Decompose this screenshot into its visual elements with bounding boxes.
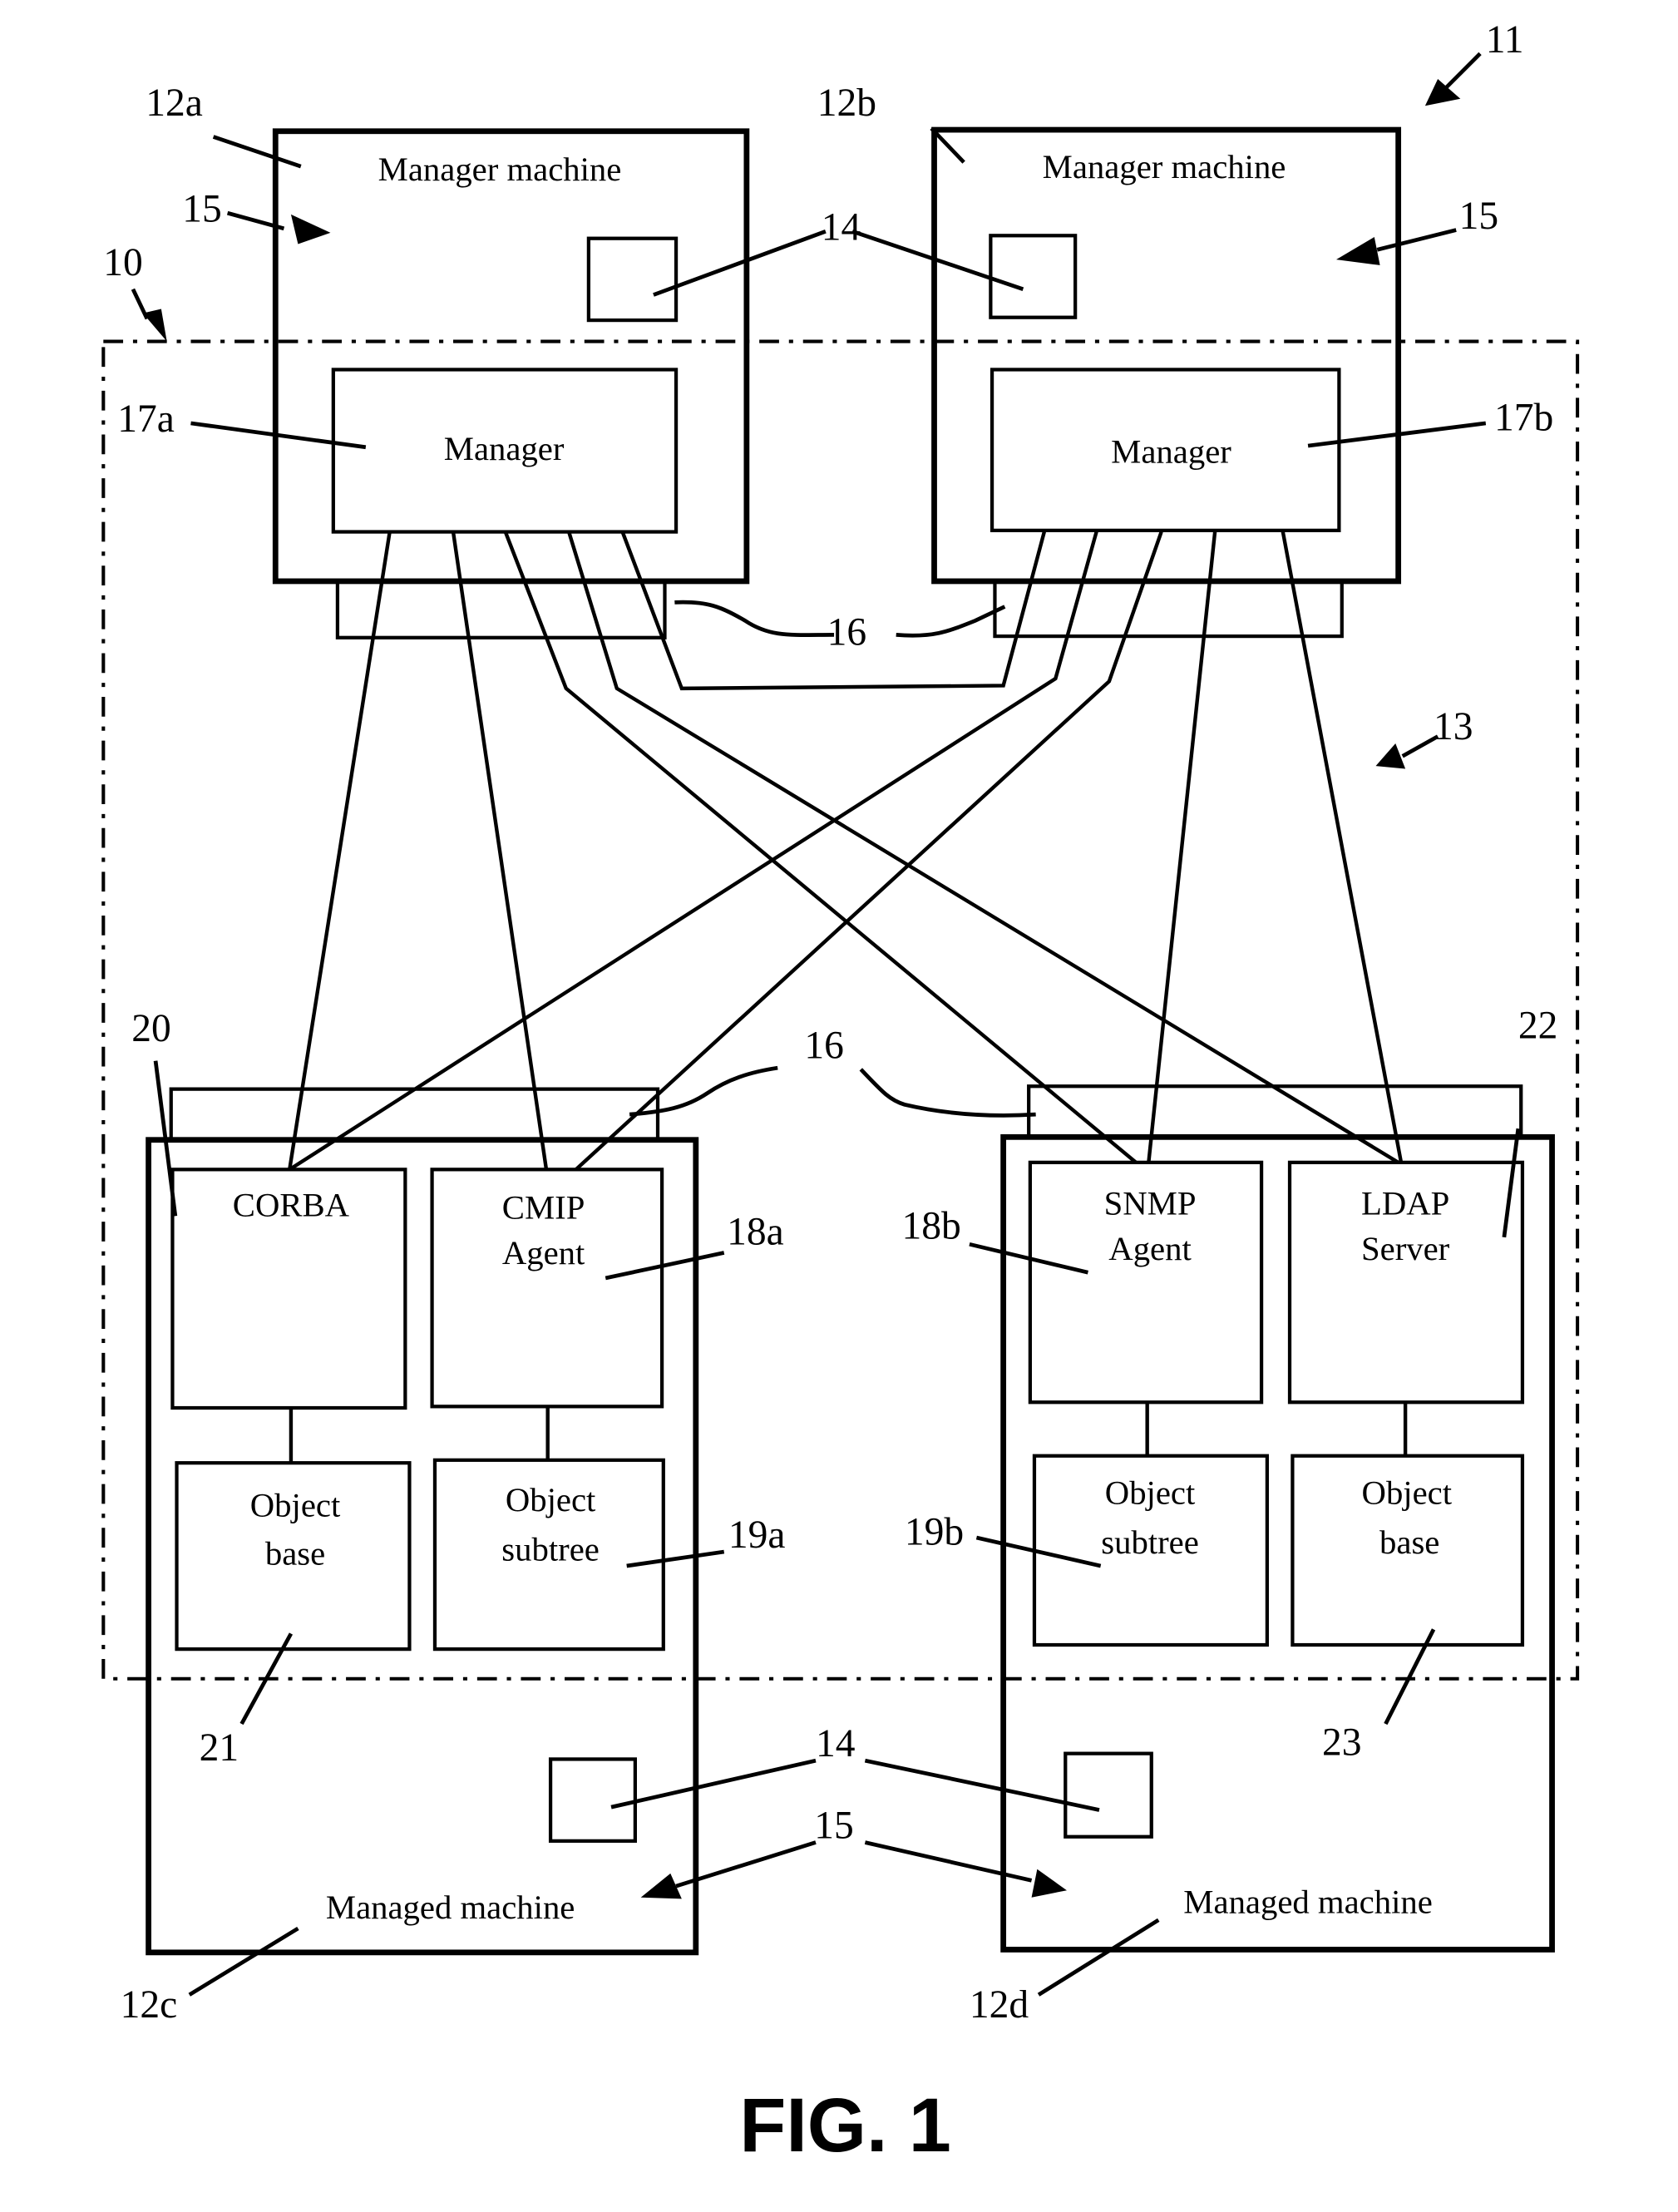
ref-18a: 18a xyxy=(727,1210,784,1253)
managed-machine-12d-title: Managed machine xyxy=(1183,1883,1433,1920)
processor-square-12b xyxy=(989,234,1078,319)
leader-14-bottom-left xyxy=(610,1758,817,1810)
leader-14-top xyxy=(653,229,827,297)
processor-square-12c xyxy=(548,1757,637,1843)
ref-16-top: 16 xyxy=(827,610,866,654)
arrowhead-15-12b xyxy=(1335,237,1380,265)
ref-20: 20 xyxy=(131,1007,171,1050)
object-base-21-line1: Object xyxy=(250,1487,341,1524)
ref-18b: 18b xyxy=(901,1204,960,1247)
leader-16-bottom-left xyxy=(629,1065,778,1117)
reference-numerals: 11 12a 12b 15 15 14 10 17a 17b 16 13 20 … xyxy=(103,18,1557,2027)
link-17b-to-corba xyxy=(289,531,1098,1172)
ref-22: 22 xyxy=(1518,1005,1558,1048)
leader-16-bottom-right xyxy=(859,1068,1036,1118)
link-17a-to-ldap xyxy=(567,531,1399,1164)
leader-18a xyxy=(605,1251,725,1281)
manager-17a-label: Manager xyxy=(444,430,565,467)
leader-12c xyxy=(188,1926,299,1997)
snmp-agent-label-line2: Agent xyxy=(1108,1230,1192,1267)
object-subtree-19b-line1: Object xyxy=(1105,1474,1196,1511)
leader-19b xyxy=(975,1535,1102,1568)
leader-12d xyxy=(1037,1918,1160,1997)
object-subtree-19a-line1: Object xyxy=(506,1481,596,1518)
figure-caption: FIG. 1 xyxy=(739,2083,950,2168)
leader-22 xyxy=(1502,1128,1521,1238)
object-base-21-line2: base xyxy=(265,1534,325,1572)
leader-21 xyxy=(239,1632,294,1726)
manager-machine-12b-title: Manager machine xyxy=(1043,148,1286,185)
leader-13 xyxy=(1401,734,1439,758)
ref-19b: 19b xyxy=(905,1511,964,1554)
link-17a-to-corba xyxy=(288,531,392,1170)
ref-15-12a: 15 xyxy=(182,187,222,230)
ref-13: 13 xyxy=(1434,705,1473,748)
leader-16-right xyxy=(896,605,1006,638)
ref-14-top: 14 xyxy=(822,205,861,249)
arrowhead-15-12a xyxy=(290,214,331,244)
ref-14-bottom: 14 xyxy=(816,1722,856,1765)
managed-machine-12c: CORBA CMIP Agent Object base Object subt… xyxy=(146,1087,699,1956)
object-subtree-19b-line2: subtree xyxy=(1101,1523,1199,1561)
leader-15-12b xyxy=(1376,228,1457,252)
connector-strip-12b xyxy=(993,579,1344,639)
ref-21: 21 xyxy=(200,1726,239,1770)
ref-15-12b: 15 xyxy=(1459,195,1499,238)
connector-strip-12c xyxy=(169,1087,660,1142)
leader-16-left xyxy=(674,600,835,637)
manager-machine-12a: Manager machine Manager xyxy=(272,128,750,639)
corba-label: CORBA xyxy=(233,1186,350,1223)
ref-23: 23 xyxy=(1322,1721,1362,1764)
arrowhead-13 xyxy=(1375,743,1406,769)
manager-machine-12a-title: Manager machine xyxy=(378,151,622,188)
management-domain-boundary xyxy=(101,339,1580,1681)
manager-machine-12b-box xyxy=(931,126,1402,585)
manager-17b-label: Manager xyxy=(1111,432,1231,470)
ref-17b: 17b xyxy=(1494,396,1553,439)
link-17a-to-cmip xyxy=(451,531,549,1170)
processor-square-12a xyxy=(586,236,679,323)
leader-19a xyxy=(626,1549,725,1568)
object-base-23-line2: base xyxy=(1379,1523,1439,1561)
cmip-agent-label-line2: Agent xyxy=(502,1234,585,1271)
manager-machine-12b: Manager machine Manager xyxy=(931,126,1402,639)
ref-10: 10 xyxy=(103,241,143,284)
ldap-server-label-line2: Server xyxy=(1361,1230,1450,1267)
managed-machine-12c-title: Managed machine xyxy=(326,1889,575,1926)
leader-12a xyxy=(212,135,302,169)
leader-15-bottom-right xyxy=(864,1840,1033,1883)
patent-diagram: Manager machine Manager Manager machine … xyxy=(101,18,1580,2168)
link-17a-to-snmp xyxy=(503,531,1138,1164)
ref-12c: 12c xyxy=(121,1983,178,2027)
object-subtree-19a-line2: subtree xyxy=(501,1530,600,1568)
processor-square-12d xyxy=(1064,1751,1153,1839)
arrowhead-10 xyxy=(142,309,167,342)
link-17b-to-snmp xyxy=(1147,531,1217,1163)
ref-17a: 17a xyxy=(117,397,175,441)
connector-strip-12d xyxy=(1027,1084,1523,1139)
ref-16-bottom: 16 xyxy=(804,1024,844,1067)
ref-11: 11 xyxy=(1486,18,1524,62)
managed-machine-12c-box xyxy=(146,1137,699,1956)
cmip-agent-label-line1: CMIP xyxy=(502,1189,585,1227)
ref-15-bottom: 15 xyxy=(814,1804,854,1847)
ref-12b: 12b xyxy=(817,81,876,125)
arrowhead-11 xyxy=(1424,79,1461,106)
connector-strip-12a xyxy=(335,579,667,639)
object-base-23-line1: Object xyxy=(1362,1474,1453,1511)
ldap-server-label-line1: LDAP xyxy=(1361,1185,1449,1222)
ref-12a: 12a xyxy=(146,81,203,125)
ref-12d: 12d xyxy=(970,1983,1029,2027)
arrowhead-15-bottom-right xyxy=(1031,1869,1067,1898)
snmp-agent-label-line1: SNMP xyxy=(1104,1185,1197,1222)
leader-14-top-right xyxy=(851,229,1024,292)
managed-machine-12d: SNMP Agent LDAP Server Object subtree Ob… xyxy=(1000,1084,1555,1953)
arrowhead-15-bottom-left xyxy=(640,1873,682,1899)
leader-11 xyxy=(1443,52,1482,91)
ref-19a: 19a xyxy=(728,1513,786,1557)
managed-machine-12d-box xyxy=(1000,1133,1555,1953)
